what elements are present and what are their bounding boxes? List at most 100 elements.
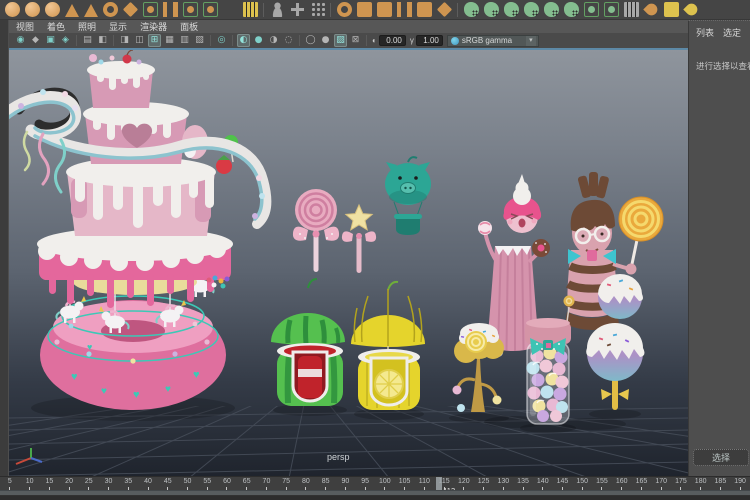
combine-icon[interactable]	[377, 2, 392, 17]
timeline-frame-number[interactable]: 20	[59, 477, 79, 486]
origin-icon[interactable]	[310, 2, 325, 17]
timeline-frame-number[interactable]: 80	[296, 477, 316, 486]
sculpt-tool-2-icon[interactable]	[484, 2, 499, 17]
timeline-frame-number[interactable]: 40	[138, 477, 158, 486]
poly-cylinder-icon[interactable]	[45, 2, 60, 17]
duplicate-icon[interactable]	[357, 2, 372, 17]
watermelon-bucket[interactable]	[277, 343, 343, 406]
target-weld-icon[interactable]	[604, 2, 619, 17]
timeline-frame-number[interactable]: 125	[474, 477, 494, 486]
timeline-frame-number[interactable]: 35	[118, 477, 138, 486]
lemon-bucket[interactable]	[358, 349, 420, 410]
boolean-icon[interactable]	[417, 2, 432, 17]
timeline-frame-number[interactable]: 55	[197, 477, 217, 486]
uv-snapshot-icon[interactable]	[683, 1, 700, 18]
timeline-frame-number[interactable]: 95	[355, 477, 375, 486]
uv-editor-icon[interactable]	[664, 2, 679, 17]
gamma-field[interactable]: γ 1.00	[410, 35, 443, 46]
timeline-frame-number[interactable]: 85	[316, 477, 336, 486]
quad-draw-icon[interactable]	[643, 1, 660, 18]
menu-renderer[interactable]: 渲染器	[140, 20, 167, 33]
timeline-frame-number[interactable]: 190	[730, 477, 750, 486]
sculpt-tool-1-icon[interactable]	[464, 2, 479, 17]
candy-tree[interactable]	[453, 323, 505, 412]
lattice-icon[interactable]	[337, 2, 352, 17]
timeline-frame-number[interactable]: 170	[651, 477, 671, 486]
timeline-frame-number[interactable]: 165	[632, 477, 652, 486]
select-camera-icon[interactable]: ◉	[14, 34, 27, 47]
multi-cut-icon[interactable]	[584, 2, 599, 17]
menu-show[interactable]: 显示	[109, 20, 127, 33]
poly-torus-icon[interactable]	[103, 2, 118, 17]
snap-align-icon[interactable]	[290, 2, 305, 17]
exposure-value[interactable]: 0.00	[379, 35, 406, 46]
timeline-frame-number[interactable]: 90	[336, 477, 356, 486]
menu-panels[interactable]: 面板	[180, 20, 198, 33]
giant-lollipop[interactable]	[619, 197, 663, 264]
chevron-down-icon[interactable]: ▾	[526, 36, 536, 46]
sculpt-grid-icon[interactable]	[243, 2, 258, 17]
timeline-frame-number[interactable]: 75	[276, 477, 296, 486]
timeline-frame-number[interactable]: 70	[257, 477, 277, 486]
wireframe-icon[interactable]: ◯	[304, 34, 317, 47]
poly-sphere-smooth-icon[interactable]	[25, 2, 40, 17]
poly-pipe-icon[interactable]	[163, 2, 178, 17]
poly-cone-icon[interactable]	[65, 4, 79, 17]
timeline-frame-number[interactable]: 5	[0, 477, 20, 486]
two-d-pan-zoom-icon[interactable]: ◧	[96, 34, 109, 47]
timeline-frame-number[interactable]: 120	[454, 477, 474, 486]
timeline-frame-number[interactable]: 180	[691, 477, 711, 486]
timeline-frame-number[interactable]: 140	[533, 477, 553, 486]
timeline-frame-number[interactable]: 130	[493, 477, 513, 486]
separate-icon[interactable]	[397, 2, 412, 17]
ae-menu-selected[interactable]: 选定	[723, 26, 741, 39]
timeline-frame-number[interactable]: 60	[217, 477, 237, 486]
timeline-frame-number[interactable]: 25	[79, 477, 99, 486]
menu-view[interactable]: 视图	[16, 20, 34, 33]
resolution-gate-icon[interactable]: ◫	[133, 34, 146, 47]
timeline-frame-number[interactable]: 45	[158, 477, 178, 486]
lighting-default-icon[interactable]: ●	[252, 34, 265, 47]
shadows-icon[interactable]: ◑	[267, 34, 280, 47]
sculpt-tool-5-icon[interactable]	[544, 2, 559, 17]
timeline-frame-number[interactable]: 155	[592, 477, 612, 486]
film-gate-icon[interactable]: ◨	[118, 34, 131, 47]
isolate-select-icon[interactable]: ◎	[215, 34, 228, 47]
poly-plane-icon[interactable]	[122, 2, 137, 17]
poly-sphere-icon[interactable]	[5, 2, 20, 17]
bevel-icon[interactable]	[203, 2, 218, 17]
gate-mask-icon[interactable]: ⊞	[148, 34, 161, 47]
timeline-frame-number[interactable]: 110	[414, 477, 434, 486]
timeline-frame-number[interactable]: 185	[711, 477, 731, 486]
sculpt-tool-4-icon[interactable]	[524, 2, 539, 17]
exposure-field[interactable]: ◐ 0.00	[372, 35, 406, 46]
candy-jar[interactable]	[525, 318, 571, 424]
lighting-all-icon[interactable]: ◐	[237, 34, 250, 47]
timeline-frame-number[interactable]: 150	[572, 477, 592, 486]
safe-action-icon[interactable]: ▥	[178, 34, 191, 47]
quad-draw-grid-icon[interactable]	[624, 2, 639, 17]
field-chart-icon[interactable]: ▦	[163, 34, 176, 47]
safe-title-icon[interactable]: ▧	[193, 34, 206, 47]
colorspace-dropdown[interactable]: sRGB gamma ▾	[447, 35, 539, 47]
timeline-frame-number[interactable]: 50	[178, 477, 198, 486]
xray-icon[interactable]: ⊠	[349, 34, 362, 47]
timeline-frame-number[interactable]: 100	[375, 477, 395, 486]
pig-hot-air-balloon[interactable]	[385, 157, 431, 235]
image-plane-icon[interactable]: ▤	[81, 34, 94, 47]
character-icon[interactable]	[270, 2, 285, 17]
star-wand[interactable]	[342, 205, 376, 273]
timeline-frame-number[interactable]: 105	[395, 477, 415, 486]
poly-pyramid-icon[interactable]	[84, 4, 98, 17]
lock-camera-icon[interactable]: ◆	[29, 34, 42, 47]
textured-icon[interactable]: ▨	[334, 34, 347, 47]
camera-attributes-icon[interactable]: ▣	[44, 34, 57, 47]
spiral-lollipop[interactable]	[293, 189, 339, 272]
poly-text-icon[interactable]	[223, 2, 238, 17]
viewport-3d[interactable]: ♥ ♥ ♥ ♥ ♥ ♥	[9, 48, 688, 476]
gamma-value[interactable]: 1.00	[416, 35, 443, 46]
timeline-frame-number[interactable]: 175	[671, 477, 691, 486]
timeline-frame-number[interactable]: 10	[20, 477, 40, 486]
sculpt-tool-6-icon[interactable]	[564, 2, 579, 17]
timeline-frame-number[interactable]: 145	[553, 477, 573, 486]
